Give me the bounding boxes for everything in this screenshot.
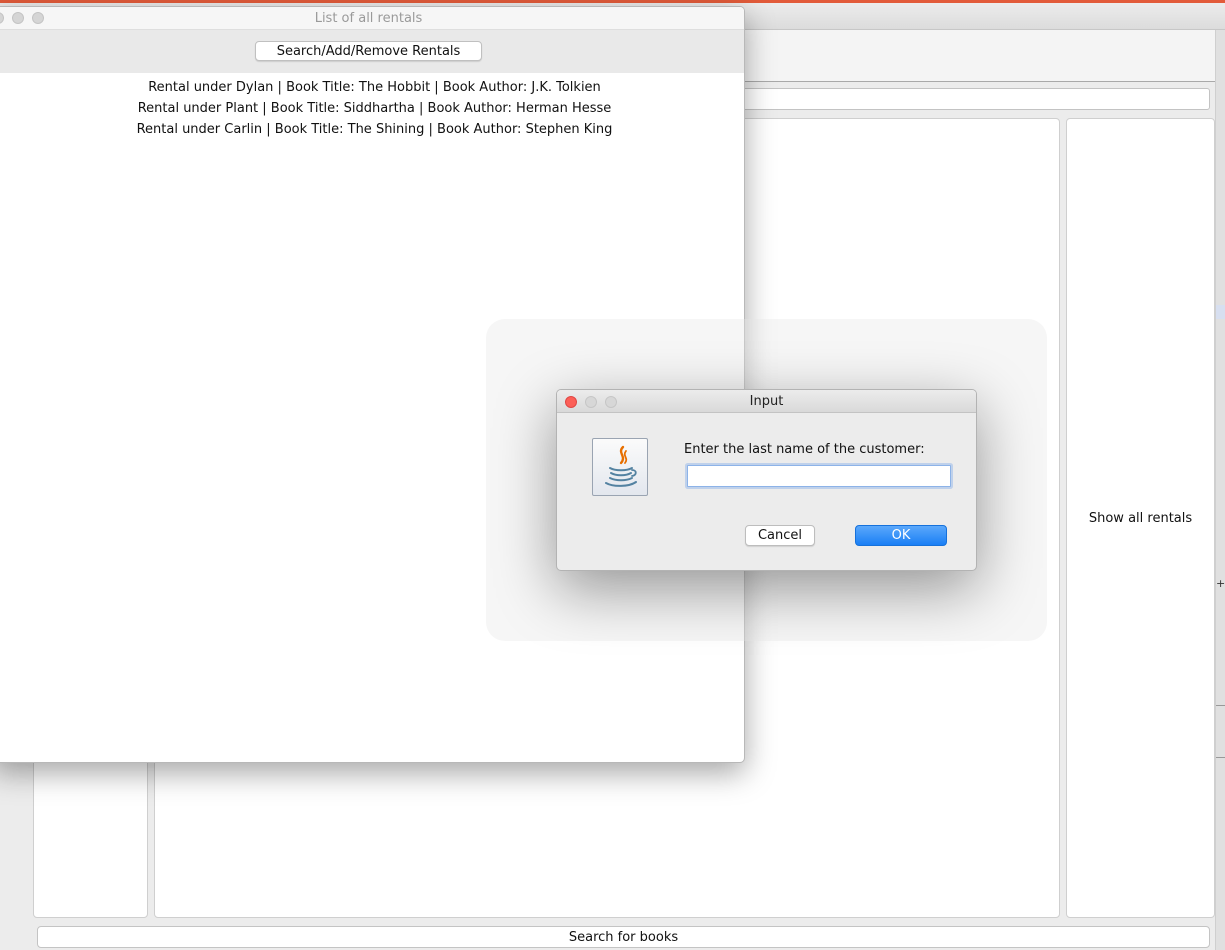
search-for-books-label: Search for books [568,929,679,945]
rentals-window: List of all rentals Search/Add/Remove Re… [0,6,745,763]
cancel-label: Cancel [757,528,803,543]
ok-label: OK [891,528,911,543]
adjacent-window-edge [1215,30,1225,950]
edge-highlight [1216,305,1225,319]
show-all-rentals-button[interactable]: Show all rentals [1066,118,1215,918]
search-add-remove-rentals-button[interactable]: Search/Add/Remove Rentals [255,41,482,61]
dialog-titlebar: Input [557,390,976,413]
plus-icon: + [1216,577,1225,590]
rental-list: Rental under Dylan | Book Title: The Hob… [0,77,744,140]
list-item: Rental under Carlin | Book Title: The Sh… [136,122,613,137]
ok-button[interactable]: OK [855,525,947,546]
java-icon [592,438,648,496]
last-name-input[interactable] [687,465,951,487]
rentals-window-titlebar: List of all rentals [0,7,744,30]
dialog-title: Input [749,394,784,409]
list-item: Rental under Plant | Book Title: Siddhar… [137,101,612,116]
search-for-books-button[interactable]: Search for books [37,926,1210,948]
edge-divider [1216,757,1225,758]
input-dialog: Input Enter the last name of the custome… [556,389,977,571]
edge-divider [1216,705,1225,706]
show-all-rentals-label: Show all rentals [1088,510,1193,526]
rentals-window-title: List of all rentals [314,11,423,26]
dialog-prompt: Enter the last name of the customer: [684,442,925,457]
cancel-button[interactable]: Cancel [745,525,815,546]
main-window-text-field[interactable] [740,88,1210,110]
list-item: Rental under Dylan | Book Title: The Hob… [148,80,601,95]
search-add-remove-rentals-label: Search/Add/Remove Rentals [276,43,461,59]
